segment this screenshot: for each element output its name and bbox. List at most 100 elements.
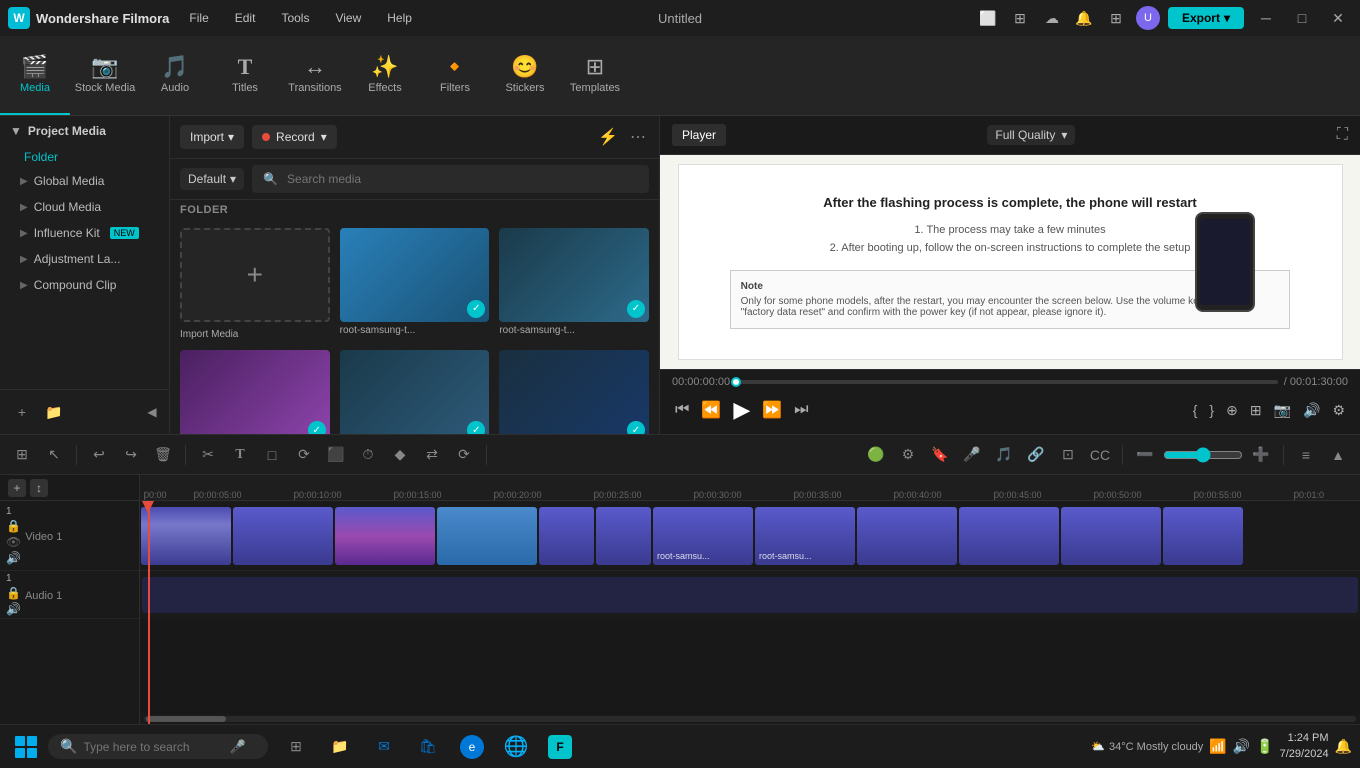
keyframe-icon[interactable]: ◆	[386, 441, 414, 469]
insert-icon[interactable]: ⊕	[1223, 399, 1241, 422]
close-button[interactable]: ✕	[1324, 6, 1352, 30]
sidebar-item-influence-kit[interactable]: ▶ Influence Kit NEW	[0, 220, 169, 246]
preview-scrubber[interactable]	[731, 377, 741, 387]
toolbar-effects[interactable]: ✨ Effects	[350, 36, 420, 115]
video-clip[interactable]	[596, 507, 651, 565]
volume-taskbar-icon[interactable]: 🔊	[1233, 738, 1250, 755]
scene-split-icon[interactable]: ⊞	[8, 441, 36, 469]
video-clip[interactable]	[1163, 507, 1243, 565]
scrollbar-thumb[interactable]	[146, 716, 226, 722]
system-clock[interactable]: 1:24 PM 7/29/2024	[1280, 731, 1329, 762]
taskbar-app-mail[interactable]: ✉	[364, 729, 404, 765]
video-clip[interactable]: root-samsu...	[653, 507, 753, 565]
menu-tools[interactable]: Tools	[277, 9, 313, 27]
menu-edit[interactable]: Edit	[231, 9, 260, 27]
bracket-in-icon[interactable]: {	[1190, 399, 1201, 421]
volume-icon[interactable]: 🔊	[1300, 399, 1323, 422]
taskbar-search-input[interactable]	[83, 740, 223, 754]
preview-progress-track[interactable]	[736, 380, 1278, 384]
toolbar-media[interactable]: 🎬 Media	[0, 36, 70, 115]
media-item[interactable]: ✓ root-samsung-t...	[499, 228, 649, 340]
notification-taskbar-icon[interactable]: 🔔	[1335, 738, 1352, 755]
menu-file[interactable]: File	[185, 9, 212, 27]
undo-button[interactable]: ↩	[85, 441, 113, 469]
video-clip[interactable]: root-samsu...	[755, 507, 855, 565]
sidebar-item-adjustment-layer[interactable]: ▶ Adjustment La...	[0, 246, 169, 272]
more-options-icon[interactable]: ⋯	[627, 124, 649, 150]
taskbar-app-task-view[interactable]: ⊞	[276, 729, 316, 765]
cloud-icon[interactable]: ☁	[1040, 6, 1064, 30]
filter-icon[interactable]: ⚡	[595, 124, 621, 150]
audio-stretch-icon[interactable]: ⇄	[418, 441, 446, 469]
zoom-out-icon[interactable]: ➖	[1131, 441, 1159, 469]
video-clip[interactable]	[141, 507, 231, 565]
fullscreen-icon[interactable]: ⛶	[1337, 126, 1348, 144]
maximize-button[interactable]: □	[1288, 6, 1316, 30]
mic-icon[interactable]: 🎤	[958, 441, 986, 469]
collapse-panel-button[interactable]: ◀	[143, 398, 161, 426]
taskbar-app-store[interactable]: 🛍	[408, 729, 448, 765]
cut-button[interactable]: ✂	[194, 441, 222, 469]
tab-player[interactable]: Player	[672, 124, 726, 146]
user-avatar[interactable]: U	[1136, 6, 1160, 30]
step-back-icon[interactable]: ⏪	[698, 397, 724, 423]
layout-options-icon[interactable]: ≡	[1292, 441, 1320, 469]
folder-new-button[interactable]: 📁	[40, 398, 68, 426]
speed-tool-icon[interactable]: ⏱	[354, 441, 382, 469]
toolbar-filters[interactable]: 🔸 Filters	[420, 36, 490, 115]
append-icon[interactable]: ⊞	[1247, 399, 1265, 422]
search-box[interactable]: 🔍	[252, 165, 649, 193]
taskbar-app-edge[interactable]: e	[452, 729, 492, 765]
video-clip[interactable]	[335, 507, 435, 565]
taskbar-search-box[interactable]: 🔍 🎤	[48, 734, 268, 759]
color-tool-icon[interactable]: ⟳	[290, 441, 318, 469]
lock-track-icon[interactable]: 🔒	[6, 519, 21, 533]
bracket-out-icon[interactable]: }	[1206, 399, 1217, 421]
video-clip[interactable]	[437, 507, 537, 565]
redo-button[interactable]: ↪	[117, 441, 145, 469]
scrollbar-track[interactable]	[144, 716, 1356, 722]
play-button[interactable]: ▶	[730, 394, 753, 426]
playhead[interactable]	[148, 501, 150, 724]
sort-button[interactable]: Default ▾	[180, 168, 244, 190]
select-tool-icon[interactable]: ↖	[40, 441, 68, 469]
video-clip[interactable]	[539, 507, 594, 565]
subtitle-icon[interactable]: CC	[1086, 441, 1114, 469]
grid-icon[interactable]: ⊞	[1104, 6, 1128, 30]
import-media-button[interactable]: +	[180, 228, 330, 322]
add-media-button[interactable]: +	[8, 398, 36, 426]
pip-icon[interactable]: ⊡	[1054, 441, 1082, 469]
media-item[interactable]: ✓ root-samsung-t...	[180, 350, 330, 434]
dual-monitor-icon[interactable]: ⊞	[1008, 6, 1032, 30]
sidebar-item-compound-clip[interactable]: ▶ Compound Clip	[0, 272, 169, 298]
folder-button[interactable]: Folder	[0, 146, 169, 168]
battery-icon[interactable]: 🔋	[1256, 738, 1273, 755]
collapse-track-button[interactable]: ↕	[30, 479, 48, 497]
monitor-icon[interactable]: ⬜	[976, 6, 1000, 30]
stabilize-icon[interactable]: ⟳	[450, 441, 478, 469]
audio-volume-icon[interactable]: 🔊	[6, 602, 21, 616]
media-item[interactable]: ✓ root-samsung-t...	[340, 228, 490, 340]
toolbar-transitions[interactable]: ↔ Transitions	[280, 36, 350, 115]
wifi-icon[interactable]: 📶	[1209, 738, 1226, 755]
sidebar-item-global-media[interactable]: ▶ Global Media	[0, 168, 169, 194]
video-clip[interactable]	[857, 507, 957, 565]
media-item[interactable]: ✓ root-samsung-t...	[340, 350, 490, 434]
volume-track-icon[interactable]: 🔊	[6, 551, 21, 565]
taskbar-app-chrome[interactable]: 🌐	[496, 729, 536, 765]
quality-select[interactable]: Full Quality ▾	[987, 125, 1075, 145]
export-button[interactable]: Export ▾	[1168, 7, 1244, 29]
text-tool-icon[interactable]: T	[226, 441, 254, 469]
taskbar-app-file-manager[interactable]: 📁	[320, 729, 360, 765]
record-button[interactable]: Record ▾	[252, 125, 337, 149]
snap-icon[interactable]: 🟢	[862, 441, 890, 469]
zoom-range-input[interactable]	[1163, 447, 1243, 463]
import-button[interactable]: Import ▾	[180, 125, 244, 149]
import-media-item[interactable]: + Import Media	[180, 228, 330, 340]
step-forward-icon[interactable]: ⏩	[759, 397, 785, 423]
skip-forward-icon[interactable]: ⏭	[791, 398, 811, 422]
delete-button[interactable]: 🗑	[149, 441, 177, 469]
audio-track-icon[interactable]: 🎵	[990, 441, 1018, 469]
toolbar-audio[interactable]: 🎵 Audio	[140, 36, 210, 115]
toolbar-stickers[interactable]: 😊 Stickers	[490, 36, 560, 115]
